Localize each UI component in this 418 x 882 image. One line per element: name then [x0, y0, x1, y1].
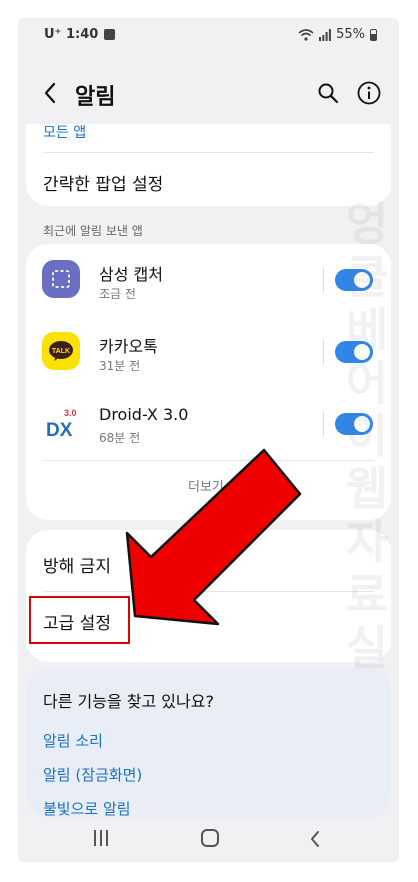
all-apps-link[interactable]: 모든 앱	[43, 122, 86, 142]
flash-notification-link[interactable]: 불빛으로 알림	[43, 798, 131, 819]
more-button[interactable]: 더보기	[188, 476, 224, 495]
app-time: 조금 전	[99, 287, 136, 301]
wifi-icon	[298, 28, 314, 41]
samsung-capture-icon	[42, 260, 80, 298]
svg-text:3.0: 3.0	[64, 408, 77, 418]
nav-back-icon[interactable]	[308, 829, 322, 849]
status-left: U⁺ 1:40	[44, 27, 116, 42]
recent-apps-icon[interactable]	[94, 830, 108, 848]
divider	[323, 267, 324, 293]
battery-icon	[370, 28, 377, 41]
svg-text:TALK: TALK	[52, 348, 70, 355]
divider	[43, 152, 374, 153]
app-bar: 알림	[18, 68, 399, 118]
notification-sound-link[interactable]: 알림 소리	[43, 730, 103, 751]
divider	[43, 591, 374, 592]
highlight-box	[29, 596, 130, 644]
svg-text:DX: DX	[46, 420, 73, 441]
do-not-disturb[interactable]: 방해 금지	[43, 552, 111, 577]
divider	[323, 339, 324, 365]
suggestion-title: 다른 기능을 찾고 있나요?	[43, 692, 214, 711]
back-arrow-icon[interactable]	[40, 80, 62, 106]
search-icon[interactable]	[316, 81, 340, 105]
home-icon[interactable]	[201, 829, 219, 847]
brief-popup-setting[interactable]: 간략한 팝업 설정	[43, 170, 163, 195]
watermark: 엉클베어이웹자료실	[345, 197, 389, 675]
app-time: 31분 전	[99, 359, 141, 373]
phone-screen: U⁺ 1:40 55% 알림 모든 앱 간략한 팝업 설정 최근에 알림 보낸 …	[18, 18, 399, 862]
image-notification-icon	[104, 29, 116, 40]
app-name: 삼성 캡처	[99, 265, 163, 284]
app-name: 카카오톡	[99, 337, 158, 356]
status-right: 55%	[298, 27, 377, 42]
recent-apps-label: 최근에 알림 보낸 앱	[43, 224, 143, 238]
status-bar: U⁺ 1:40 55%	[18, 18, 399, 52]
info-icon[interactable]	[356, 80, 382, 106]
battery-percent: 55%	[336, 27, 365, 42]
app-time: 68분 전	[99, 431, 141, 445]
divider	[323, 411, 324, 437]
navigation-bar	[18, 818, 399, 862]
divider	[43, 460, 374, 461]
kakaotalk-icon: TALK	[42, 332, 80, 370]
carrier-time: U⁺ 1:40	[44, 27, 99, 42]
page-title: 알림	[75, 85, 116, 110]
lockscreen-notification-link[interactable]: 알림 (잠금화면)	[43, 764, 142, 785]
droid-x-icon: 3.0 DX	[42, 404, 80, 442]
signal-icon	[319, 28, 331, 41]
app-name: Droid-X 3.0	[99, 405, 189, 424]
